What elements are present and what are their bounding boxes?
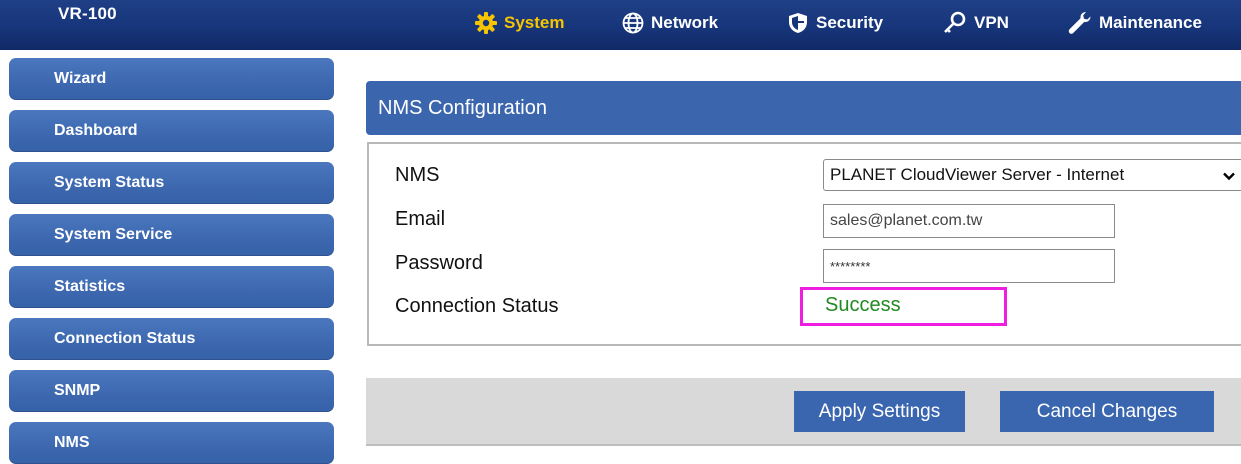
apply-settings-button[interactable]: Apply Settings: [794, 391, 965, 432]
sidebar-item-snmp[interactable]: SNMP: [9, 370, 334, 412]
sidebar-item-statistics[interactable]: Statistics: [9, 266, 334, 308]
sidebar-item-label: Connection Status: [54, 330, 196, 347]
nms-label: NMS: [395, 164, 440, 186]
sidebar-item-label: Wizard: [54, 70, 107, 87]
cancel-changes-button[interactable]: Cancel Changes: [1000, 391, 1214, 432]
nav-maintenance[interactable]: Maintenance: [1067, 10, 1202, 36]
sidebar-item-label: System Status: [54, 174, 165, 191]
nav-security[interactable]: Security: [786, 10, 883, 36]
nav-security-label: Security: [816, 13, 884, 32]
password-field[interactable]: ********: [823, 249, 1115, 283]
shield-icon: [786, 11, 810, 35]
wrench-icon: [1067, 10, 1093, 36]
nav-vpn[interactable]: VPN: [942, 10, 1009, 36]
sidebar-item-label: System Service: [54, 226, 173, 243]
sidebar-item-dashboard[interactable]: Dashboard: [9, 110, 334, 152]
email-label: Email: [395, 208, 446, 230]
email-field[interactable]: sales@planet.com.tw: [823, 204, 1115, 238]
nms-select[interactable]: PLANET CloudViewer Server - Internet: [823, 159, 1241, 191]
sidebar-item-label: Statistics: [54, 278, 126, 295]
connection-status-label: Connection Status: [395, 295, 559, 317]
email-field-value: sales@planet.com.tw: [830, 212, 983, 229]
product-name: VR-100: [58, 4, 117, 23]
nav-network[interactable]: Network: [621, 10, 718, 36]
gear-icon: [474, 11, 498, 35]
sidebar-item-wizard[interactable]: Wizard: [9, 58, 334, 100]
nav-system[interactable]: System: [474, 10, 564, 36]
sidebar-item-system-service[interactable]: System Service: [9, 214, 334, 256]
nav-network-label: Network: [651, 13, 719, 32]
sidebar-item-label: NMS: [54, 434, 90, 451]
panel-title: NMS Configuration: [366, 81, 1241, 135]
nav-vpn-label: VPN: [974, 13, 1009, 32]
sidebar-item-label: SNMP: [54, 382, 101, 399]
sidebar-item-nms[interactable]: NMS: [9, 422, 334, 464]
connection-status-value: Success: [825, 294, 901, 316]
sidebar-item-system-status[interactable]: System Status: [9, 162, 334, 204]
password-label: Password: [395, 252, 483, 274]
nav-system-label: System: [504, 13, 565, 32]
nms-select-value: PLANET CloudViewer Server - Internet: [830, 165, 1125, 184]
sidebar-item-label: Dashboard: [54, 122, 138, 139]
nav-maintenance-label: Maintenance: [1099, 13, 1202, 32]
top-nav-bar: VR-100 System Network Security VPN Maint…: [0, 0, 1241, 50]
password-field-value: ********: [830, 258, 871, 274]
panel-title-text: NMS Configuration: [378, 96, 547, 119]
chevron-down-icon: [1222, 168, 1236, 188]
key-icon: [942, 10, 968, 36]
globe-icon: [621, 11, 645, 35]
sidebar-item-connection-status[interactable]: Connection Status: [9, 318, 334, 360]
